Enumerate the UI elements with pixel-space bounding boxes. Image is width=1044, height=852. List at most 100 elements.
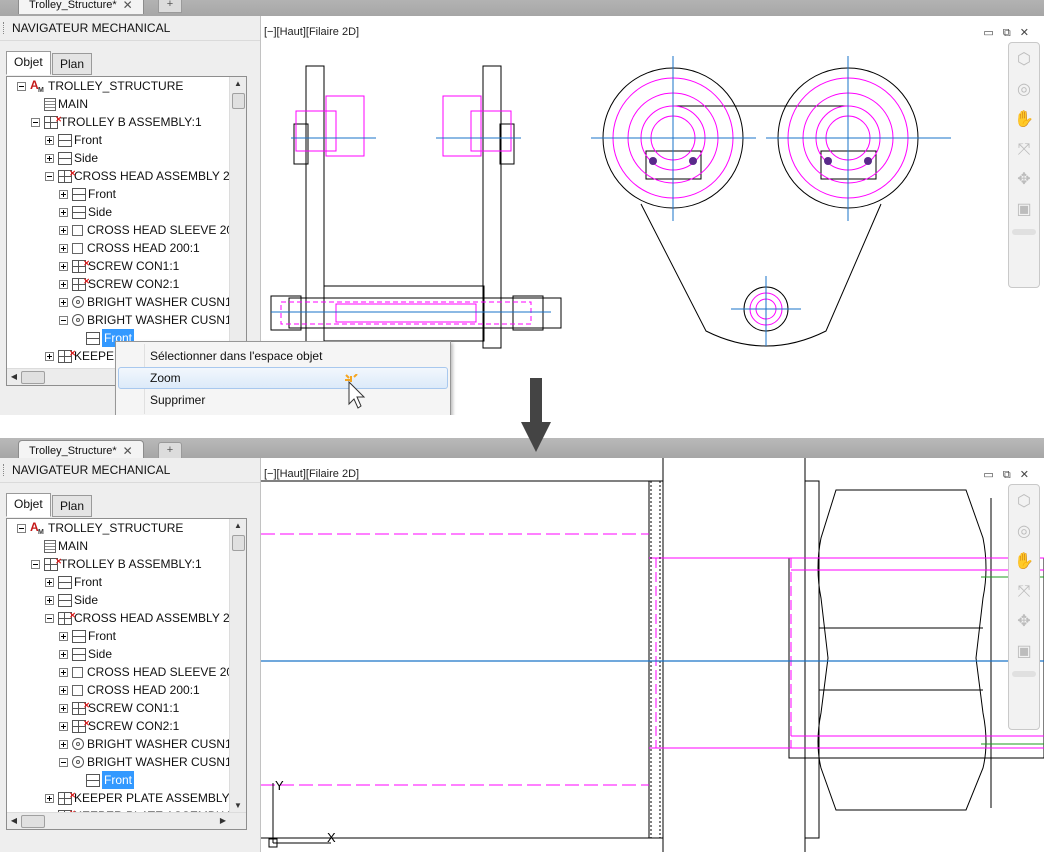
tree-item[interactable]: TROLLEY_STRUCTURE [17,519,183,542]
tree-item[interactable]: CROSS HEAD 200:1 [59,681,200,699]
menu-item-select-in-model-space[interactable]: Sélectionner dans l'espace objet [118,345,448,367]
document-tab[interactable]: Trolley_Structure* ✕ [18,440,144,460]
tree-item[interactable]: CROSS HEAD 200:1 [59,239,200,257]
expand-icon[interactable] [59,703,68,713]
tree-item[interactable]: CROSS HEAD ASSEMBLY 200 [45,165,243,185]
tab-plan[interactable]: Plan [52,495,93,517]
tree-item[interactable]: TROLLEY B ASSEMBLY:1 [31,553,202,573]
tree-item[interactable]: SCREW CON2:1 [59,715,179,735]
tree-item[interactable]: BRIGHT WASHER CUSN1:3 [59,293,242,311]
tab-plan[interactable]: Plan [52,53,93,75]
scroll-down-icon[interactable]: ▼ [230,799,246,813]
expand-icon[interactable] [59,279,68,289]
zoom-extents-icon[interactable]: ⤧ [1013,581,1035,603]
pan-hand-icon[interactable]: ✋ [1013,551,1035,573]
new-tab-button[interactable]: + [158,442,182,459]
collapse-icon[interactable] [45,171,54,181]
tree-item[interactable]: SCREW CON2:1 [59,273,179,293]
expand-icon[interactable] [59,649,68,659]
tree-item[interactable]: BRIGHT WASHER CUSN1:4 [59,753,242,771]
expand-icon[interactable] [59,189,68,199]
collapse-icon[interactable] [17,523,26,533]
expand-icon[interactable] [45,351,54,361]
drawing-viewport[interactable]: [−][Haut][Filaire 2D] ▭ ⧉ ✕ ⬡ ◎ ✋ ⤧ ✥ ▣ [261,458,1044,852]
tree-item[interactable]: TROLLEY_STRUCTURE [17,77,183,100]
expand-icon[interactable] [59,297,68,307]
grip-icon[interactable] [3,22,6,34]
tree-item[interactable]: BRIGHT WASHER CUSN1:3 [59,735,242,753]
scroll-right-icon[interactable]: ▶ [216,813,230,829]
tree-item[interactable]: Front [45,131,102,149]
expand-icon[interactable] [59,225,68,235]
collapse-icon[interactable] [59,315,68,325]
scroll-left-icon[interactable]: ◀ [7,369,21,385]
expand-icon[interactable] [59,721,68,731]
scroll-thumb[interactable] [232,93,245,109]
scroll-left-icon[interactable]: ◀ [7,813,21,829]
tree-item[interactable]: Side [59,203,112,221]
expand-icon[interactable] [59,667,68,677]
scroll-up-icon[interactable]: ▲ [230,519,246,533]
vertical-scrollbar[interactable]: ▲ ▼ [229,77,246,369]
close-icon[interactable]: ✕ [123,0,133,12]
collapse-icon[interactable] [17,81,26,91]
collapse-icon[interactable] [31,559,40,569]
scroll-thumb[interactable] [232,535,245,551]
hscroll-thumb[interactable] [21,815,45,828]
grip-icon[interactable] [3,464,6,476]
horizontal-scrollbar[interactable]: ◀ ▶ [7,812,246,829]
tree-item[interactable]: Front [45,573,102,591]
tree-item[interactable]: CROSS HEAD SLEEVE 200:1 [59,221,246,239]
document-tab[interactable]: Trolley_Structure* ✕ [18,0,144,14]
expand-icon[interactable] [59,685,68,695]
viewcube-icon[interactable]: ⬡ [1013,49,1035,71]
viewport-controls-label[interactable]: [−][Haut][Filaire 2D] [264,468,359,480]
expand-icon[interactable] [45,577,54,587]
expand-icon[interactable] [45,153,54,163]
expand-icon[interactable] [45,595,54,605]
tree-item[interactable]: BRIGHT WASHER CUSN1:4 [59,311,242,329]
orbit-icon[interactable]: ✥ [1013,169,1035,191]
ucs-y-label: Y [275,778,284,793]
collapse-icon[interactable] [45,613,54,623]
expand-icon[interactable] [59,207,68,217]
expand-icon[interactable] [45,793,54,803]
expand-icon[interactable] [59,739,68,749]
showmotion-icon[interactable]: ▣ [1013,199,1035,221]
tree-item[interactable]: Front [59,627,116,645]
zoom-extents-icon[interactable]: ⤧ [1013,139,1035,161]
tree-item[interactable]: SCREW CON1:1 [59,697,179,717]
menu-item-delete[interactable]: Supprimer [118,389,448,411]
tab-objet[interactable]: Objet [6,493,51,517]
pan-hand-icon[interactable]: ✋ [1013,109,1035,131]
tree-item[interactable]: Front [59,185,116,203]
scroll-up-icon[interactable]: ▲ [230,77,246,91]
tree-item[interactable]: CROSS HEAD SLEEVE 200:1 [59,663,246,681]
expand-icon[interactable] [59,261,68,271]
tree-item[interactable]: Front [73,771,135,789]
expand-icon[interactable] [45,135,54,145]
collapse-icon[interactable] [31,117,40,127]
viewcube-icon[interactable]: ⬡ [1013,491,1035,513]
tree-item[interactable]: Side [59,645,112,663]
close-icon[interactable]: ✕ [123,444,133,458]
vertical-scrollbar[interactable]: ▲ ▼ [229,519,246,813]
steering-wheel-icon[interactable]: ◎ [1013,521,1035,543]
collapse-icon[interactable] [59,757,68,767]
tree-item[interactable]: SCREW CON1:1 [59,255,179,275]
tree-item[interactable]: CROSS HEAD ASSEMBLY 200 [45,607,243,627]
model-icon [44,97,56,111]
steering-wheel-icon[interactable]: ◎ [1013,79,1035,101]
orbit-icon[interactable]: ✥ [1013,611,1035,633]
showmotion-icon[interactable]: ▣ [1013,641,1035,663]
hscroll-thumb[interactable] [21,371,45,384]
tree-item[interactable]: TROLLEY B ASSEMBLY:1 [31,111,202,131]
viewport-window-controls[interactable]: ▭ ⧉ ✕ [983,468,1032,482]
menu-item-zoom[interactable]: Zoom [118,367,448,389]
viewport-controls-label[interactable]: [−][Haut][Filaire 2D] [264,26,359,38]
expand-icon[interactable] [59,631,68,641]
viewport-window-controls[interactable]: ▭ ⧉ ✕ [983,26,1032,40]
expand-icon[interactable] [59,243,68,253]
new-tab-button[interactable]: + [158,0,182,13]
tab-objet[interactable]: Objet [6,51,51,75]
